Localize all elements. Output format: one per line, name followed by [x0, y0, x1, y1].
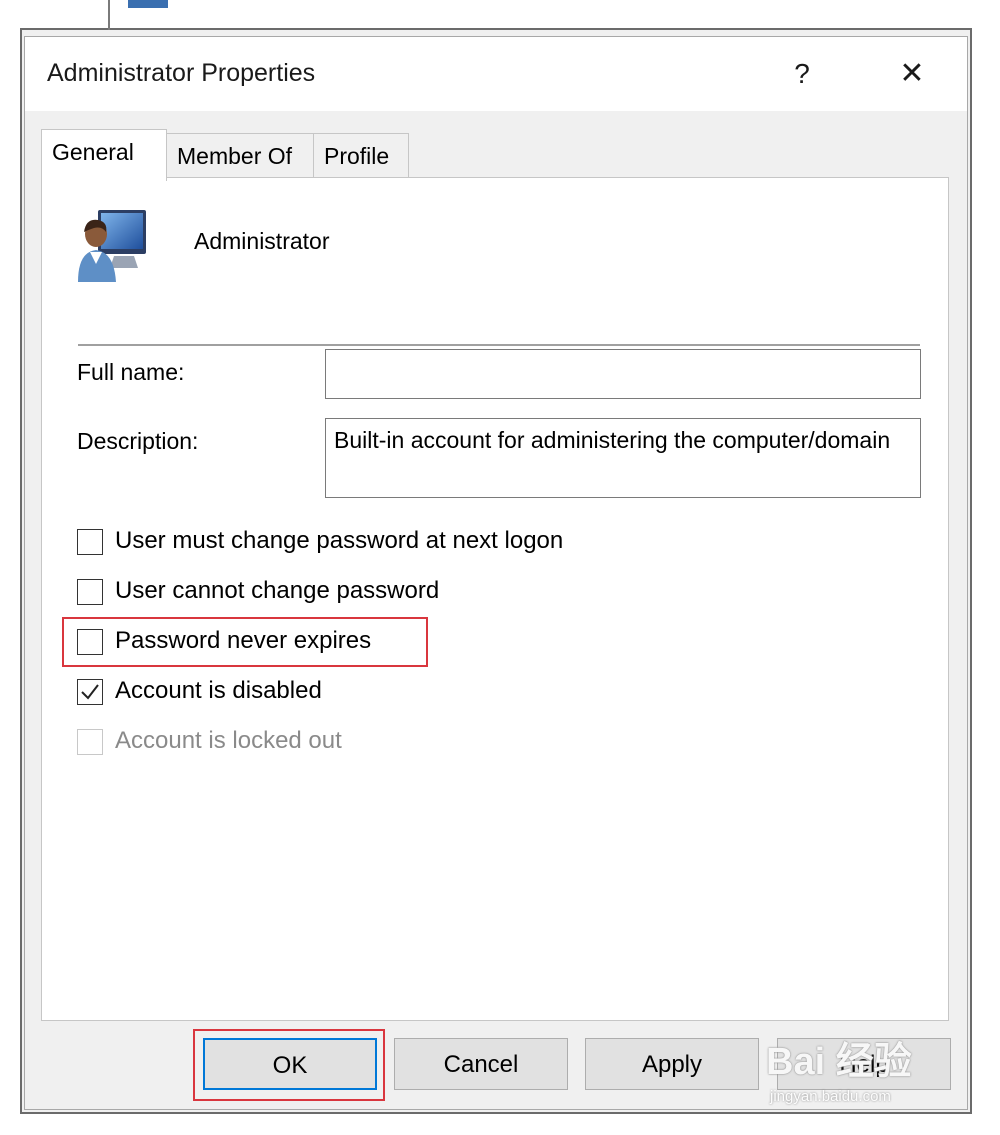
separator [78, 344, 920, 346]
full-name-label: Full name: [77, 359, 185, 385]
cancel-button[interactable]: Cancel [394, 1038, 568, 1090]
apply-button[interactable]: Apply [585, 1038, 759, 1090]
tab-profile[interactable]: Profile [313, 133, 409, 177]
help-button[interactable]: Help [777, 1038, 951, 1090]
full-name-field[interactable] [325, 349, 921, 399]
checkbox[interactable] [77, 679, 103, 705]
background-window-edge [108, 0, 110, 30]
close-icon[interactable]: ✕ [887, 51, 937, 97]
description-label: Description: [77, 428, 199, 454]
properties-dialog: Administrator Properties ? ✕ General Mem… [24, 36, 968, 1110]
window-title: Administrator Properties [47, 59, 316, 87]
check-mark-icon [81, 684, 99, 700]
background-window-edge [128, 0, 168, 8]
checkbox[interactable] [77, 529, 103, 555]
title-bar[interactable]: Administrator Properties ? ✕ [25, 37, 967, 111]
tab-member-of[interactable]: Member Of [166, 133, 314, 177]
help-icon[interactable]: ? [777, 51, 827, 97]
checkbox-label: User cannot change password [115, 577, 440, 604]
user-computer-icon [78, 210, 146, 282]
checkbox-label: Account is locked out [115, 727, 342, 754]
ok-button[interactable]: OK [203, 1038, 377, 1090]
tab-general[interactable]: General [41, 129, 167, 181]
checkbox[interactable] [77, 579, 103, 605]
checkbox-label: User must change password at next logon [115, 527, 564, 554]
checkbox [77, 729, 103, 755]
checkbox-label: Password never expires [115, 627, 372, 654]
user-name: Administrator [194, 228, 330, 254]
checkbox[interactable] [77, 629, 103, 655]
checkbox-label: Account is disabled [115, 677, 322, 704]
description-field[interactable]: Built-in account for administering the c… [325, 418, 921, 498]
